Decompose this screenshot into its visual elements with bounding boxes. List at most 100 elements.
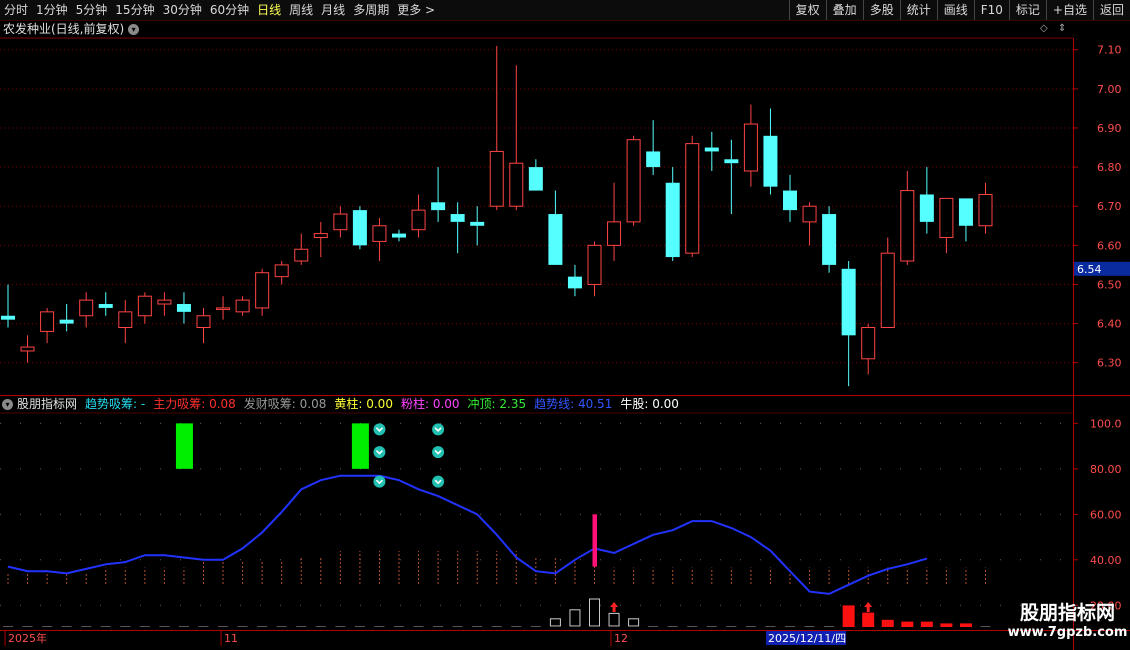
candle[interactable] [216,296,231,320]
indicator-header: ▾ 股朋指标网 趋势吸筹: - 主力吸筹: 0.08 发财吸筹: 0.08 黄柱: 0… [2,396,687,413]
indicator-item-value: 0.00 [432,397,460,411]
candle[interactable] [196,307,211,344]
candle[interactable] [626,135,641,226]
chevron-down-marker [432,446,445,459]
watermark-name: 股朋指标网 [1019,602,1115,624]
candle[interactable] [352,206,367,250]
candle-body [137,295,152,317]
hollow-volume-bar [608,612,620,627]
candle[interactable] [79,292,94,328]
price-axis-label: 6.40 [1097,318,1122,331]
candle[interactable] [704,131,719,172]
candle[interactable] [880,237,895,328]
candle[interactable] [40,307,55,344]
candle[interactable] [98,292,113,316]
indicator-item-label: 主力吸筹: [153,397,210,411]
price-axis-label: 6.50 [1097,278,1122,291]
date-label: 2025年 [8,631,47,645]
price-axis-label: 6.80 [1097,161,1122,174]
price-axis: 7.10 7.00 6.90 6.80 6.70 6.60 6.50 6.40 6.30 6.54 [1073,44,1130,370]
candle[interactable] [567,264,582,297]
candle[interactable] [20,335,35,363]
candle-body [157,299,172,305]
candle[interactable] [313,221,328,258]
candle-body [176,304,191,312]
candle-body [802,205,817,223]
candle[interactable] [743,104,758,187]
candle[interactable] [59,304,74,332]
indicator-values: 趋势吸筹: - 主力吸筹: 0.08 发财吸筹: 0.08 黄柱: 0.00 粉柱: 0… [85,396,687,413]
candle[interactable] [528,159,543,191]
candle[interactable] [1,284,15,328]
candle[interactable] [235,296,250,316]
signal-green-bar [175,423,193,469]
candle[interactable] [939,197,954,254]
candle[interactable] [392,229,406,242]
candle[interactable] [919,167,934,234]
candle[interactable] [137,292,152,324]
marker-circle [373,423,386,436]
indicator-item-value: 40.51 [577,397,613,411]
price-axis-label: 7.10 [1097,44,1122,57]
indicator-axis-label: 60.00 [1090,508,1122,521]
candle[interactable] [802,202,817,246]
candle[interactable] [607,182,622,261]
candle[interactable] [685,135,700,258]
red-volume-bar [901,621,914,627]
price-axis-label: 6.30 [1097,357,1122,370]
date-label: 11 [224,632,238,645]
candle[interactable] [724,139,739,215]
indicator-item-label: 冲顶: [467,397,500,411]
candle[interactable] [958,198,973,242]
candle[interactable] [157,292,172,316]
grid-lines [0,37,1130,650]
indicator-axis-label: 100.0 [1090,417,1122,430]
candle[interactable] [978,182,993,234]
candle[interactable] [548,190,563,265]
candle[interactable] [431,167,446,222]
candle[interactable] [372,217,387,261]
candle[interactable] [900,171,915,265]
up-arrow-marker [610,602,619,612]
candle[interactable] [118,300,133,344]
candle-body [548,214,563,265]
indicator-item-3: 黄柱: 0.00 [334,396,393,413]
candle-body [274,264,289,278]
candle[interactable] [176,292,191,324]
chart-area[interactable]: 7.10 7.00 6.90 6.80 6.70 6.60 6.50 6.40 6.30 6.54… [0,0,1130,650]
hollow-volume-bar [569,609,581,627]
candle-body [333,213,348,231]
indicator-item-label: 黄柱: [334,397,367,411]
candle[interactable] [294,233,309,265]
candle[interactable] [822,206,837,273]
marker-circle [432,423,445,436]
hollow-volume-bar [628,618,640,627]
candle[interactable] [509,65,524,211]
candle-body [294,248,309,262]
candle[interactable] [587,241,602,297]
candle-body [665,182,680,258]
candle[interactable] [411,194,426,238]
red-volume-bar [881,619,894,627]
candle[interactable] [274,260,289,285]
indicator-item-1: 主力吸筹: 0.08 [153,396,236,413]
candle[interactable] [861,323,876,375]
candle[interactable] [665,167,680,261]
marker-circle [432,475,445,488]
candle[interactable] [255,268,270,316]
date-cursor-label: 2025/12/11/四 [768,632,846,645]
candle[interactable] [763,108,778,195]
candle[interactable] [333,206,348,238]
candle[interactable] [783,174,797,222]
candle[interactable] [841,260,856,387]
candle-body [841,268,856,336]
signal-green-bar [351,423,369,469]
candle-body [40,311,55,332]
chevron-down-icon[interactable]: ▾ [2,399,13,410]
candle-body [978,193,993,227]
candle-body [783,190,797,211]
candle-body [79,299,94,317]
candle-body [235,299,250,313]
candle-body [939,197,954,239]
candle[interactable] [470,206,485,246]
